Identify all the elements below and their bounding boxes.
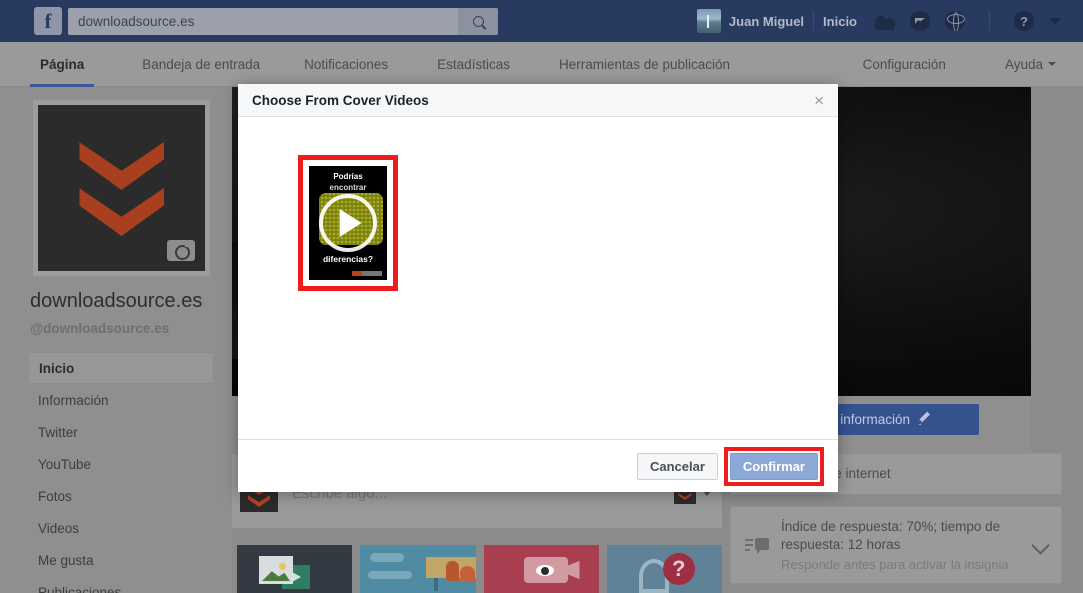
dialog-header: Choose From Cover Videos × bbox=[238, 84, 838, 117]
sidebar-nav-list: Inicio Información Twitter YouTube Fotos… bbox=[28, 352, 214, 593]
dialog-title: Choose From Cover Videos bbox=[252, 92, 429, 108]
friend-requests-icon[interactable] bbox=[875, 11, 895, 31]
live-video-tile[interactable] bbox=[483, 545, 599, 593]
home-link[interactable]: Inicio bbox=[823, 14, 857, 29]
response-rate-card[interactable]: Índice de respuesta: 70%; tiempo de resp… bbox=[730, 506, 1062, 584]
dialog-body: Podrías encontrar diferencias? bbox=[238, 117, 838, 439]
cloud-icon bbox=[368, 571, 413, 579]
video-thumbnail: Podrías encontrar diferencias? bbox=[309, 166, 387, 280]
close-icon[interactable]: × bbox=[814, 92, 824, 109]
choose-cover-videos-dialog: Choose From Cover Videos × Podrías encon… bbox=[238, 84, 838, 492]
person-icon bbox=[446, 561, 460, 581]
person-icon bbox=[460, 566, 476, 582]
search-button[interactable] bbox=[458, 7, 498, 35]
sidebar-item-inicio[interactable]: Inicio bbox=[28, 352, 214, 384]
tab-bandeja-de-entrada[interactable]: Bandeja de entrada bbox=[140, 42, 262, 87]
sidebar-item-informacion[interactable]: Información bbox=[28, 384, 214, 416]
confirm-button-highlight: Confirmar bbox=[723, 446, 824, 486]
video-caption-line1: Podrías bbox=[333, 172, 363, 181]
message-response-icon bbox=[745, 535, 769, 555]
search-icon bbox=[472, 15, 484, 27]
facebook-logo-icon[interactable]: f bbox=[34, 7, 62, 35]
chevron-down-icon bbox=[1048, 62, 1056, 66]
search-input-value: downloadsource.es bbox=[78, 13, 195, 29]
question-mark-icon: ? bbox=[662, 553, 695, 585]
response-rate-text-group: Índice de respuesta: 70%; tiempo de resp… bbox=[781, 518, 1034, 572]
tab-configuracion[interactable]: Configuración bbox=[861, 42, 948, 87]
response-rate-title: Índice de respuesta: 70%; tiempo de resp… bbox=[781, 519, 1001, 552]
sidebar-item-videos[interactable]: Videos bbox=[28, 512, 214, 544]
photo-video-tile[interactable] bbox=[237, 545, 353, 593]
search-input[interactable]: downloadsource.es bbox=[68, 7, 498, 35]
scene-tile[interactable] bbox=[360, 545, 476, 593]
content-tiles: ? bbox=[237, 545, 722, 593]
top-bar-icons: ? bbox=[875, 11, 1061, 31]
app-root: f downloadsource.es Juan Miguel Inicio ? bbox=[0, 0, 1083, 593]
photo-icon bbox=[259, 556, 293, 584]
avatar[interactable] bbox=[696, 9, 721, 33]
confirm-button[interactable]: Confirmar bbox=[729, 452, 818, 480]
sidebar-item-me-gusta[interactable]: Me gusta bbox=[28, 544, 214, 576]
page-title: downloadsource.es bbox=[30, 290, 203, 312]
play-icon[interactable] bbox=[339, 209, 362, 237]
brand-chevron-icon bbox=[79, 188, 164, 236]
sidebar-item-youtube[interactable]: YouTube bbox=[28, 448, 214, 480]
tab-herramientas-de-publicacion[interactable]: Herramientas de publicación bbox=[557, 42, 732, 87]
brand-chevron-icon bbox=[79, 142, 164, 190]
account-menu-caret-icon[interactable] bbox=[1049, 17, 1061, 25]
dialog-footer: Cancelar Confirmar bbox=[238, 439, 838, 492]
tab-ayuda[interactable]: Ayuda bbox=[1003, 42, 1058, 87]
cancel-button[interactable]: Cancelar bbox=[636, 452, 718, 480]
divider bbox=[989, 11, 990, 31]
sidebar-item-fotos[interactable]: Fotos bbox=[28, 480, 214, 512]
sun-icon bbox=[279, 563, 286, 570]
camera-icon[interactable] bbox=[167, 240, 195, 261]
tab-notificaciones[interactable]: Notificaciones bbox=[302, 42, 390, 87]
video-caption-line3: diferencias? bbox=[322, 254, 374, 264]
question-tile[interactable]: ? bbox=[606, 545, 722, 593]
tab-estadisticas[interactable]: Estadísticas bbox=[435, 42, 512, 87]
tab-ayuda-label: Ayuda bbox=[1004, 56, 1043, 72]
bench-leg-icon bbox=[434, 578, 439, 591]
tab-pagina[interactable]: Página bbox=[29, 42, 95, 87]
top-bar-right-group: Juan Miguel Inicio ? bbox=[696, 0, 1083, 42]
chevron-down-icon[interactable] bbox=[1031, 535, 1050, 555]
pencil-icon bbox=[918, 413, 931, 426]
facebook-top-bar: f downloadsource.es Juan Miguel Inicio ? bbox=[0, 0, 1083, 42]
page-handle: @downloadsource.es bbox=[30, 321, 170, 336]
camera-lens-icon bbox=[565, 561, 580, 579]
user-name-link[interactable]: Juan Miguel bbox=[729, 14, 804, 29]
brand-watermark bbox=[352, 271, 382, 276]
divider bbox=[813, 11, 815, 31]
messenger-icon[interactable] bbox=[910, 11, 930, 31]
notifications-globe-icon[interactable] bbox=[945, 11, 965, 31]
cover-video-option[interactable]: Podrías encontrar diferencias? bbox=[298, 155, 398, 291]
pupil-icon bbox=[540, 567, 549, 575]
page-profile-picture[interactable] bbox=[33, 100, 210, 276]
sidebar-item-publicaciones[interactable]: Publicaciones bbox=[28, 576, 214, 593]
left-sidebar: downloadsource.es @downloadsource.es Ini… bbox=[0, 87, 232, 593]
video-caption-line2: encontrar bbox=[329, 183, 367, 192]
cloud-icon bbox=[370, 553, 405, 562]
help-icon[interactable]: ? bbox=[1014, 11, 1034, 31]
response-rate-subtitle: Responde antes para activar la insignia bbox=[781, 557, 1009, 572]
sidebar-item-twitter[interactable]: Twitter bbox=[28, 416, 214, 448]
page-nav-tabs: Página Bandeja de entrada Notificaciones… bbox=[0, 42, 1083, 87]
